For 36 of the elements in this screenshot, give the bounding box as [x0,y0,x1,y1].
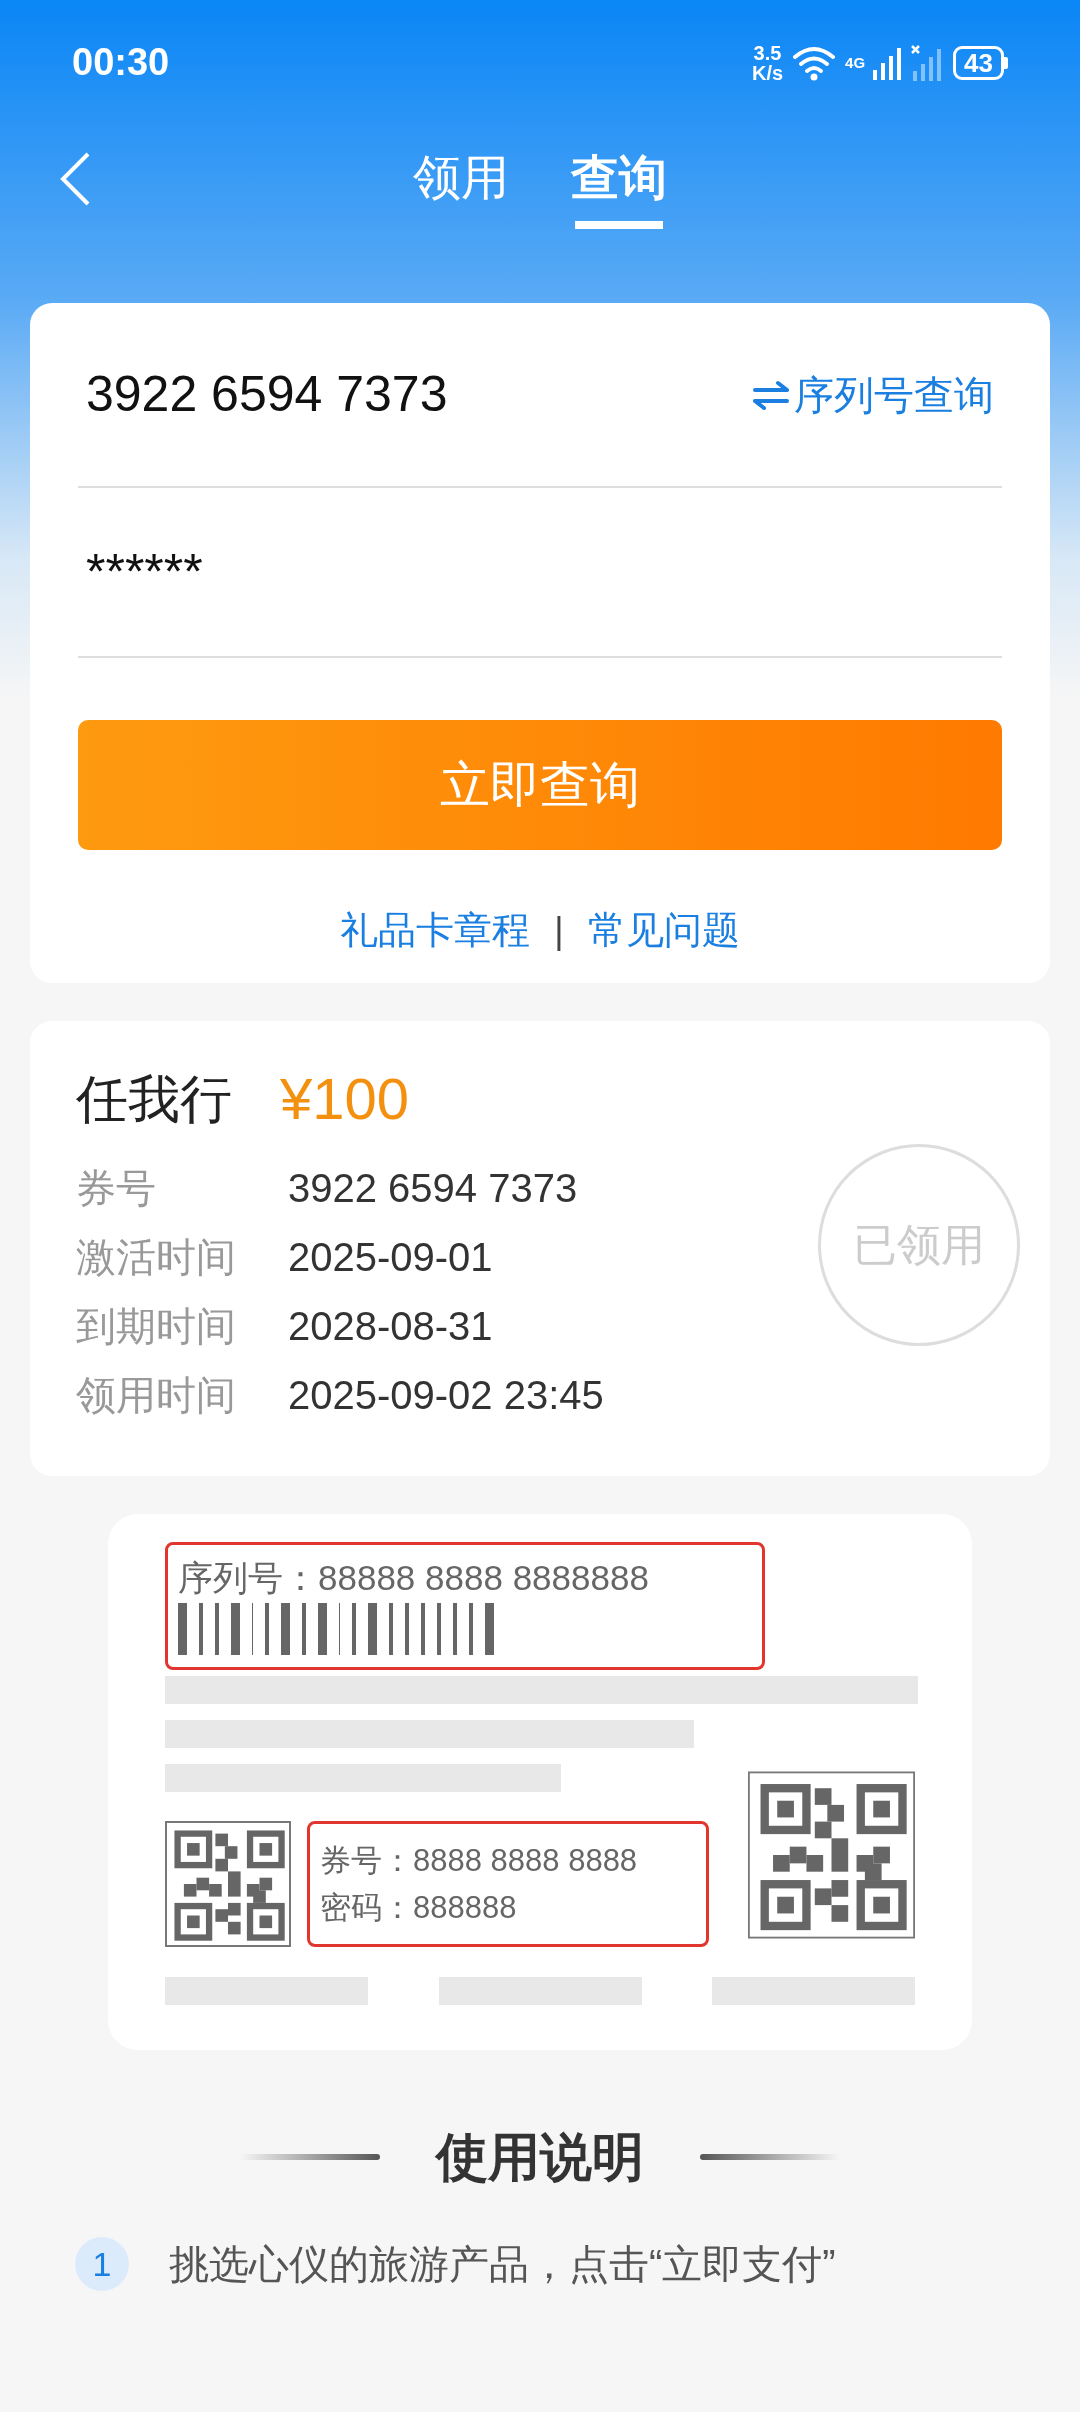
field-value: 2025-09-02 23:45 [288,1372,604,1419]
voucher-number-text: 券号：8888 8888 8888 [320,1841,639,1879]
back-icon [58,151,92,207]
step-text: 挑选心仪的旅游产品，点击“立即支付” [169,2241,836,2288]
footer-link[interactable]: 常见问题 [587,902,740,959]
step-number: 1 [75,2237,129,2291]
footer-link[interactable]: 礼品卡章程 [340,902,531,959]
serial-number-text: 序列号：88888 8888 8888888 [178,1557,650,1599]
battery-indicator: 43 [953,45,1004,80]
network-type: 4G [845,55,866,70]
battery-tip-icon [1004,56,1008,69]
card-name: 任我行 [76,1068,232,1130]
section-title: 使用说明 [436,2127,644,2188]
link-separator: | [554,908,564,953]
field-value: 2025-09-01 [288,1234,493,1281]
field-label: 领用时间 [76,1372,237,1419]
switch-query-link[interactable]: 序列号查询 [752,364,994,425]
field-value: 2028-08-31 [288,1303,493,1350]
back-button[interactable] [58,151,92,207]
voucher-password-text: 密码：888888 [320,1889,518,1927]
password-field[interactable]: ****** [86,534,706,610]
tab[interactable]: 领用 [413,149,509,229]
status-time: 00:30 [72,40,170,85]
network-speed: 3.5 [752,42,783,63]
signal-icon [873,45,904,80]
field-value: 3922 6594 7373 [288,1165,578,1212]
swap-arrows-icon [752,379,790,410]
network-speed-unit: K/s [751,62,784,83]
qr-code-icon [165,1821,291,1947]
card-number-field[interactable]: 3922 6594 7373 [86,357,706,432]
field-label: 激活时间 [76,1234,237,1281]
field-label: 到期时间 [76,1303,237,1350]
field-label: 券号 [76,1165,157,1212]
wifi-icon [791,44,838,81]
query-button[interactable]: 立即查询 [78,720,1002,850]
card-amount: ¥100 [280,1065,410,1133]
